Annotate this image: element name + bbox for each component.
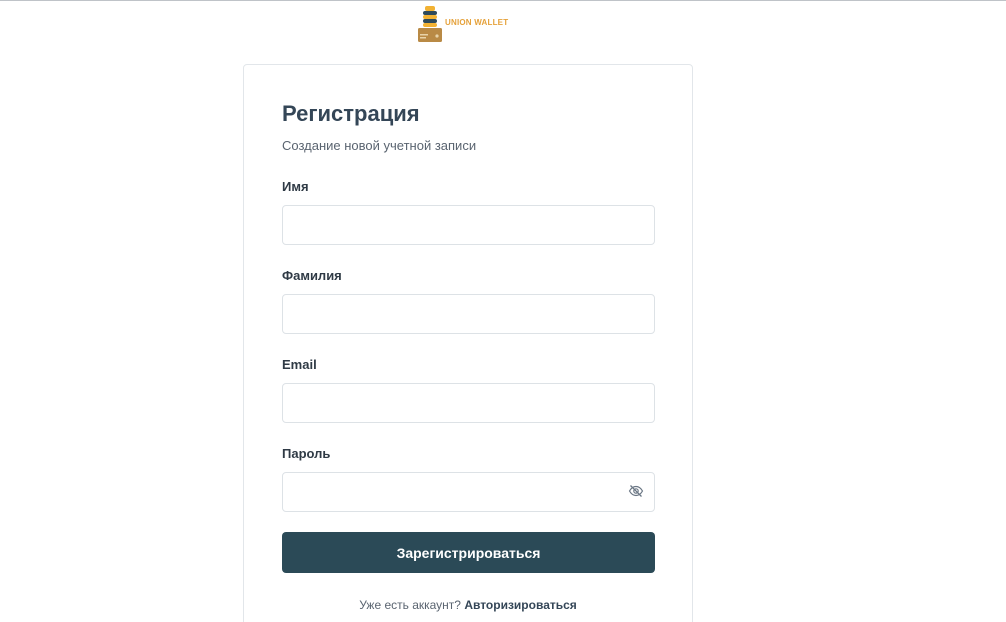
page-subtitle: Создание новой учетной записи (282, 138, 477, 153)
page-title: Регистрация (282, 101, 420, 126)
brand-name: UNION WALLET (445, 17, 509, 27)
password-label: Пароль (282, 446, 331, 461)
union-wallet-logo[interactable]: UNION WALLET (417, 4, 508, 44)
login-prompt: Уже есть аккаунт? Авторизироваться (244, 598, 692, 612)
eye-off-icon[interactable] (628, 483, 644, 499)
registration-card: Регистрация Создание новой учетной запис… (243, 64, 693, 622)
wallet-coins-icon (418, 6, 442, 42)
register-button[interactable]: Зарегистрироваться (282, 532, 655, 573)
last-name-label: Фамилия (282, 268, 342, 283)
first-name-label: Имя (282, 179, 309, 194)
login-prompt-text: Уже есть аккаунт? (359, 598, 461, 612)
last-name-field[interactable] (282, 294, 655, 334)
first-name-field[interactable] (282, 205, 655, 245)
email-label: Email (282, 357, 317, 372)
email-field[interactable] (282, 383, 655, 423)
password-field[interactable] (282, 472, 655, 512)
login-link[interactable]: Авторизироваться (464, 598, 576, 612)
registration-page: UNION WALLET Регистрация Создание новой … (0, 0, 1006, 622)
